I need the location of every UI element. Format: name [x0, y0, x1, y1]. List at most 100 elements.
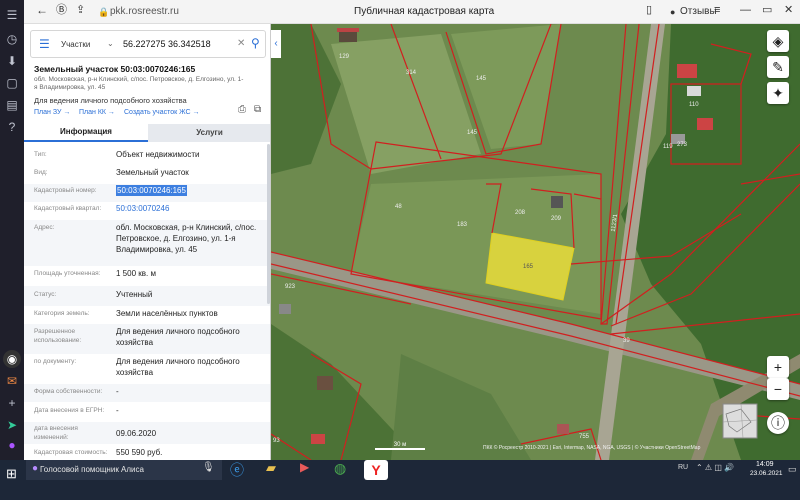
parcel-purpose: Для ведения личного подсобного хозяйства [34, 96, 187, 105]
layers-button[interactable]: ◈ [767, 30, 789, 52]
table-row: дата внесения изменений: 09.06.2020 [24, 422, 270, 444]
add-icon[interactable]: + [3, 394, 21, 412]
screenshot-icon[interactable]: ▢ [3, 74, 21, 92]
history-icon[interactable]: ◷ [3, 30, 21, 48]
reviews-icon[interactable]: ● [670, 6, 675, 18]
table-row: Разрешенное использование: Для ведения л… [24, 324, 270, 354]
assistant-search[interactable]: ● Голосовой помощник Алиса 🎙 [26, 460, 222, 480]
language-indicator[interactable]: RU [678, 464, 688, 471]
table-row: Площадь уточненная: 1 500 кв. м [34, 269, 156, 278]
edge-icon[interactable]: ⓔ [230, 460, 244, 480]
notification-icon[interactable]: ▭ [788, 464, 797, 475]
map-label: 39 [623, 338, 630, 344]
page-title: Публичная кадастровая карта [354, 6, 495, 17]
table-row: Адрес: обл. Московская, р-н Клинский, с/… [24, 220, 270, 266]
alice-icon[interactable]: ● [3, 436, 21, 454]
address-bar[interactable]: pkk.rosreestr.ru [110, 6, 179, 18]
map-attribution: ПКК © Росреестр 2010-2021 | Esri, Interm… [483, 445, 701, 451]
folder-icon[interactable]: ▰ [266, 460, 276, 476]
link-icon[interactable]: ⧉ [254, 104, 261, 115]
info-table: Тип: Объект недвижимости Вид: Земельный … [24, 144, 270, 460]
menu-icon[interactable]: ≡ [714, 4, 720, 16]
yandex-browser-icon[interactable]: Y [364, 460, 388, 480]
assistant-label: Голосовой помощник Алиса [40, 465, 144, 474]
maximize-icon[interactable]: ▭ [762, 4, 772, 16]
zoom-in-button[interactable]: + [767, 356, 789, 378]
table-row: Кадастровый квартал: 50:03:0070246 [24, 202, 270, 220]
cadastral-quarter-link[interactable]: 50:03:0070246 [116, 203, 266, 214]
ruler-button[interactable]: ✎ [767, 56, 789, 78]
back-icon[interactable]: ← [36, 4, 48, 16]
table-row: Кадастровый номер: 50:03:0070246:165 [24, 184, 270, 202]
bookmark-icon[interactable]: ▯ [646, 4, 652, 16]
share-icon[interactable]: ⇪ [76, 4, 85, 16]
map-label: 923 [285, 284, 296, 290]
create-parcel-link[interactable]: Создать участок ЖС → [124, 109, 200, 116]
telegram-icon[interactable]: ➤ [3, 416, 21, 434]
alice-icon: ● [32, 463, 39, 474]
clear-icon[interactable]: ✕ [237, 38, 245, 49]
map-label: 209 [551, 216, 562, 222]
minimize-icon[interactable]: — [740, 4, 751, 16]
parcel-address: обл. Московская, р-н Клинский, с/пос. Пе… [34, 76, 244, 91]
clock-date[interactable]: 23.06.2021 [750, 470, 783, 477]
map-view[interactable]: 129 314 145 145 48 183 208 209 165 110 1… [271, 24, 800, 460]
plan-zu-link[interactable]: План ЗУ → [34, 109, 70, 116]
locate-button[interactable]: ✦ [767, 82, 789, 104]
scrollbar[interactable] [267, 144, 270, 304]
map-label: 314 [406, 70, 417, 76]
chevron-down-icon[interactable]: ⌄ [107, 39, 114, 48]
yandex-icon[interactable]: Ⓑ [56, 4, 67, 16]
taskbar: ⊞ ● Голосовой помощник Алиса 🎙 ⓔ ▰ ▶ ◍ Y… [0, 460, 800, 500]
table-row: Категория земель: Земли населённых пункт… [34, 309, 218, 318]
browser-sidebar: ☰ ◷ ⬇ ▢ ▤ ? ◉ ✉ + ➤ ● [0, 0, 24, 460]
download-icon[interactable]: ⬇ [3, 52, 21, 70]
map-label: 110 [689, 102, 699, 108]
clock-time[interactable]: 14:09 [756, 461, 774, 468]
search-icon[interactable]: ⚲ [251, 36, 260, 50]
map-label: 93 [273, 438, 280, 444]
chrome-icon[interactable]: ◍ [334, 460, 346, 477]
info-icon: ⓘ [771, 415, 785, 431]
map-label: 145 [467, 130, 478, 136]
ruler-icon: ✎ [772, 59, 784, 75]
tab-services[interactable]: Услуги [148, 124, 270, 142]
map-label: 145 [476, 76, 487, 82]
microphone-icon[interactable]: 🎙 [202, 462, 215, 473]
map-label: 119 [663, 144, 673, 150]
map-label: 48 [395, 204, 402, 210]
map-label: 208 [515, 210, 526, 216]
map-label: 755 [579, 434, 590, 440]
satellite-map [271, 24, 800, 460]
print-icon[interactable]: ⎙ [238, 104, 246, 115]
cadastral-number[interactable]: 50:03:0070246:165 [116, 185, 187, 196]
map-label-selected: 165 [523, 264, 534, 270]
table-row: Кадастровая стоимость: 550 590 руб. [34, 448, 163, 457]
menu-icon[interactable]: ☰ [39, 37, 50, 51]
reviews-button[interactable]: Отзывы [680, 6, 717, 18]
collapse-panel-button[interactable]: ‹ [271, 30, 281, 58]
map-label: 273 [677, 142, 688, 148]
parcel-heading: Земельный участок 50:03:0070246:165 [34, 64, 196, 74]
media-player-icon[interactable]: ▶ [300, 460, 309, 474]
browser-toolbar: ← Ⓑ ⇪ 🔒 pkk.rosreestr.ru Публичная кадас… [24, 0, 800, 24]
map-label: 129 [339, 54, 350, 60]
close-icon[interactable]: ✕ [784, 4, 793, 16]
menu-icon[interactable]: ☰ [3, 6, 21, 24]
lock-icon: 🔒 [98, 7, 110, 17]
collections-icon[interactable]: ▤ [3, 96, 21, 114]
mail-icon[interactable]: ✉ [3, 372, 21, 390]
table-row: Статус: Учтенный [24, 286, 270, 306]
map-label: 183 [457, 222, 468, 228]
zoom-out-button[interactable]: − [767, 378, 789, 400]
category-select[interactable]: Участки [61, 40, 90, 49]
plan-kk-link[interactable]: План КК → [79, 109, 115, 116]
search-input[interactable]: 56.227275 36.342518 [123, 39, 211, 49]
windows-start-icon[interactable]: ⊞ [6, 466, 22, 482]
tray-icons[interactable]: ⌃ ⚠ ◫ 🔊 [696, 463, 734, 472]
compass-icon: ✦ [772, 85, 784, 101]
help-icon[interactable]: ? [3, 118, 21, 136]
tab-info[interactable]: Информация [24, 124, 148, 142]
extension-icon[interactable]: ◉ [3, 350, 21, 368]
info-button[interactable]: ⓘ [767, 412, 789, 434]
